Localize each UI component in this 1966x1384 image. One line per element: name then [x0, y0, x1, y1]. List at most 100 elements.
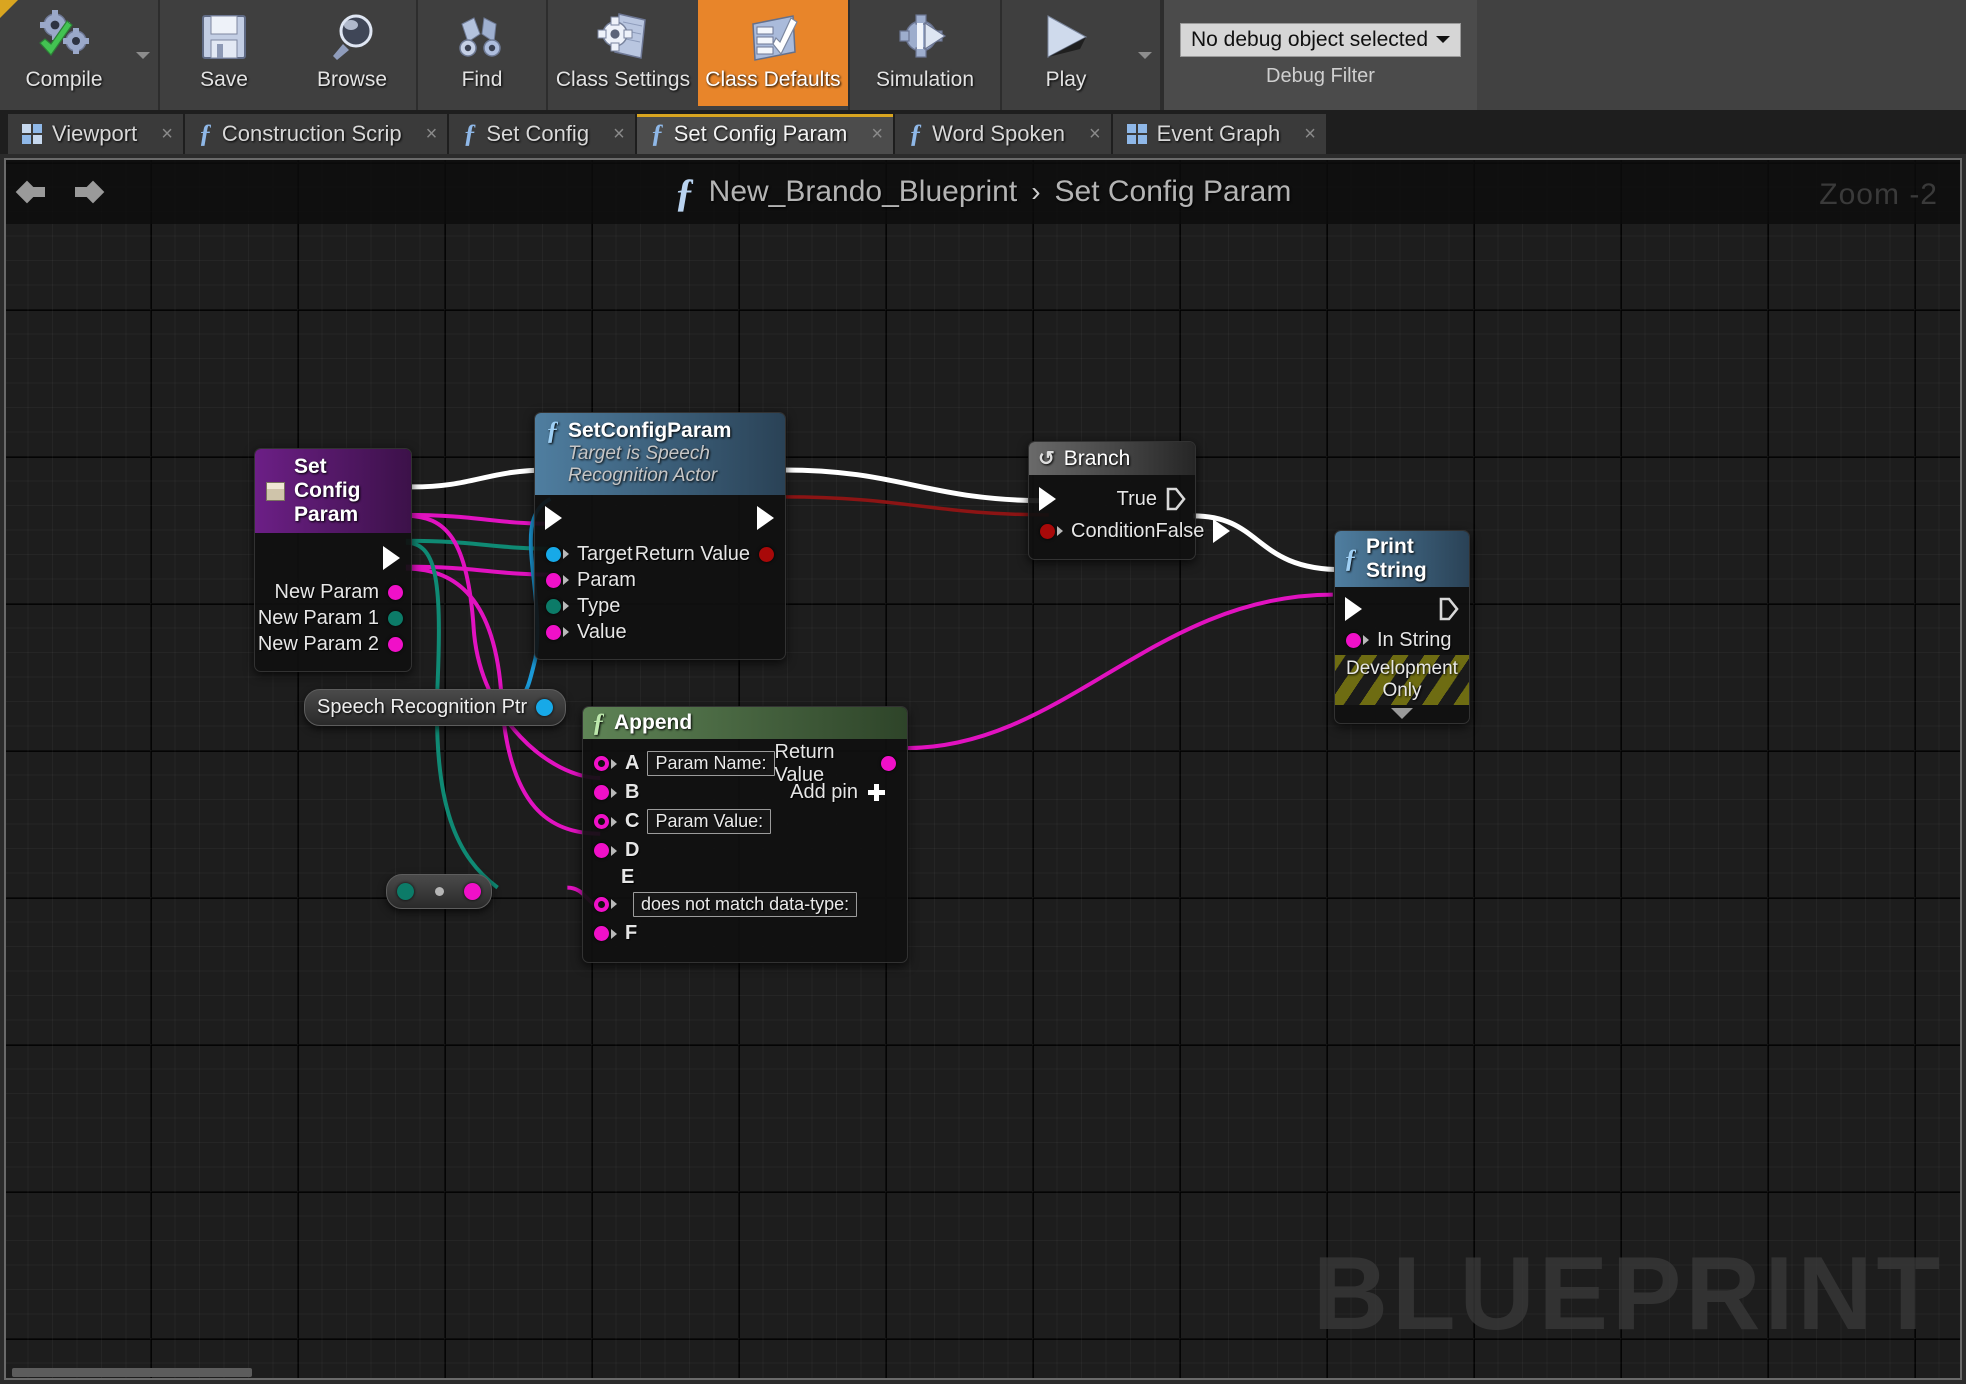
node-conversion[interactable] — [386, 874, 492, 909]
tab-close-icon[interactable]: × — [871, 123, 883, 146]
row-append-d: D — [583, 836, 907, 865]
exec-out-arrow-icon[interactable] — [1439, 597, 1459, 621]
exec-in-arrow-icon[interactable] — [1345, 597, 1362, 621]
pin-arrow-icon — [611, 816, 617, 827]
node-append[interactable]: ƒ Append A Param Name: Return Value B Ad… — [582, 706, 908, 963]
tab-word-spoken[interactable]: ƒ Word Spoken × — [895, 114, 1111, 154]
exec-in-arrow-icon[interactable] — [1039, 487, 1056, 511]
pin-label: Target — [577, 542, 633, 565]
node-set-config-param-entry[interactable]: Set Config Param New Param New Param 1 N… — [254, 448, 412, 672]
pin-dot-magenta-icon[interactable] — [546, 624, 561, 640]
pin-dot-blue-icon[interactable] — [536, 699, 554, 716]
toolbar-group-simulation: Simulation — [850, 0, 1002, 110]
play-dropdown-caret[interactable] — [1130, 0, 1160, 110]
simulation-label: Simulation — [875, 68, 975, 91]
nav-back-button[interactable] — [6, 177, 60, 207]
pin-arrow-icon — [563, 627, 569, 637]
blueprint-graph-canvas[interactable]: BLUEPRINT Set Config Param New Param New… — [4, 158, 1962, 1380]
exec-in-arrow-icon[interactable] — [545, 506, 562, 530]
pin-new-param[interactable]: New Param — [255, 579, 411, 605]
pin-label: A — [625, 752, 640, 774]
node-body: In String Development Only — [1335, 587, 1469, 719]
pin-dot-magenta-icon[interactable] — [464, 883, 481, 900]
class-settings-button[interactable]: Class Settings — [548, 0, 698, 106]
compile-gears-check-icon — [34, 6, 94, 68]
node-title: Append — [614, 711, 693, 734]
pin-dot-magenta-icon[interactable] — [1346, 632, 1361, 648]
class-defaults-button[interactable]: Class Defaults — [698, 0, 848, 106]
pin-dot-magenta-icon[interactable] — [594, 785, 609, 800]
function-icon: ƒ — [674, 169, 695, 215]
exec-out-false-icon[interactable] — [1213, 519, 1231, 543]
tab-label: Set Config Param — [673, 121, 848, 146]
node-set-config-param-call[interactable]: ƒ SetConfigParam Target is Speech Recogn… — [534, 412, 786, 660]
compile-button[interactable]: Compile — [0, 0, 128, 106]
pin-new-param-1[interactable]: New Param 1 — [255, 605, 411, 631]
tab-set-config[interactable]: ƒ Set Config × — [449, 114, 635, 154]
node-speech-recognition-ptr[interactable]: Speech Recognition Ptr — [304, 689, 567, 726]
find-button[interactable]: Find — [418, 0, 546, 106]
compile-dropdown-caret[interactable] — [128, 0, 158, 110]
pin-dot-red-icon[interactable] — [759, 546, 774, 562]
pin-label: B — [625, 781, 640, 803]
tab-set-config-param[interactable]: ƒ Set Config Param × — [636, 114, 894, 154]
row-append-c: C Param Value: — [583, 807, 907, 836]
pin-dot-teal-icon[interactable] — [546, 598, 561, 614]
pin-new-param-2[interactable]: New Param 2 — [255, 631, 411, 657]
exec-row — [535, 503, 785, 533]
debug-object-value: No debug object selected — [1191, 27, 1428, 51]
append-a-value-input[interactable]: Param Name: — [647, 751, 775, 776]
breadcrumb-current[interactable]: Set Config Param — [1055, 175, 1292, 209]
pin-dot-red-icon[interactable] — [1040, 523, 1055, 539]
pin-exec-out[interactable] — [255, 545, 411, 571]
wire-exec-call-to-branch — [782, 467, 1052, 504]
save-button[interactable]: Save — [160, 0, 288, 106]
function-icon: ƒ — [909, 119, 923, 148]
append-c-value-input[interactable]: Param Value: — [647, 809, 772, 834]
exec-out-arrow-icon[interactable] — [757, 506, 774, 530]
browse-button[interactable]: Browse — [288, 0, 416, 106]
pin-dot-magenta-icon[interactable] — [594, 926, 609, 941]
tab-close-icon[interactable]: × — [426, 123, 438, 146]
row-condition-false: Condition False — [1029, 515, 1231, 547]
nav-forward-button[interactable] — [60, 177, 114, 207]
node-print-string[interactable]: ƒ Print String In String Development Onl… — [1334, 530, 1470, 724]
node-branch[interactable]: ↺ Branch True Condition False — [1028, 441, 1231, 560]
pin-dot-magenta-icon[interactable] — [881, 756, 896, 771]
tab-event-graph[interactable]: Event Graph × — [1112, 114, 1326, 154]
pin-dot-teal-icon — [388, 610, 403, 626]
tab-label: Word Spoken — [932, 121, 1065, 146]
pin-label: True — [1116, 487, 1157, 510]
wire-return-to-condition — [784, 495, 1049, 517]
pin-dot-blue-icon[interactable] — [546, 546, 561, 562]
pin-dot-magenta-icon[interactable] — [594, 843, 609, 858]
debug-object-select[interactable]: No debug object selected — [1180, 22, 1461, 57]
pin-dot-magenta-hollow-icon[interactable] — [594, 756, 609, 771]
horizontal-scrollbar[interactable] — [12, 1368, 252, 1377]
function-icon: ƒ — [463, 119, 477, 148]
tab-close-icon[interactable]: × — [613, 123, 625, 146]
pin-dot-teal-icon[interactable] — [397, 883, 414, 900]
append-e-value-input[interactable]: does not match data-type: — [633, 891, 858, 917]
pin-arrow-icon — [611, 928, 617, 939]
tab-construction-script[interactable]: ƒ Construction Scrip × — [184, 114, 448, 154]
pin-dot-magenta-icon[interactable] — [546, 572, 561, 588]
compile-corner-marker — [0, 0, 18, 18]
expand-chevron-down-icon[interactable] — [1391, 708, 1413, 719]
add-pin-button[interactable]: Add pin — [790, 781, 885, 804]
play-triangle-icon — [1036, 6, 1096, 68]
tab-close-icon[interactable]: × — [161, 123, 173, 146]
play-button[interactable]: Play — [1002, 0, 1130, 106]
pin-dot-magenta-hollow-icon[interactable] — [594, 814, 609, 829]
tab-viewport[interactable]: Viewport × — [8, 114, 183, 154]
blueprint-watermark: BLUEPRINT — [1312, 1236, 1944, 1352]
wire-newparam-to-param — [405, 512, 551, 526]
function-icon: ƒ — [546, 416, 559, 445]
pin-dot-magenta-hollow-icon[interactable] — [594, 896, 609, 912]
tab-close-icon[interactable]: × — [1304, 123, 1316, 146]
tab-close-icon[interactable]: × — [1089, 123, 1101, 146]
breadcrumb-root[interactable]: New_Brando_Blueprint — [709, 175, 1018, 209]
chevron-down-icon — [1138, 51, 1152, 59]
simulation-button[interactable]: Simulation — [850, 0, 1000, 106]
exec-out-true-icon[interactable] — [1166, 487, 1186, 511]
